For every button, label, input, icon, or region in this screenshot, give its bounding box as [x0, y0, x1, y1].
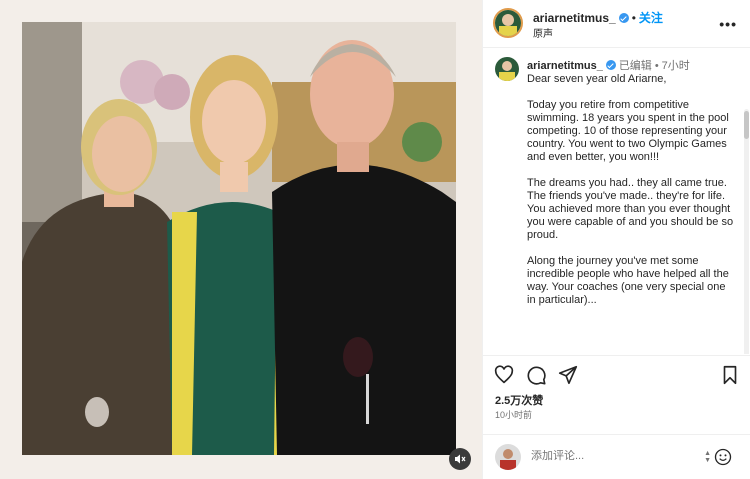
verified-icon	[618, 13, 629, 23]
separator: •	[631, 11, 636, 25]
more-options-icon[interactable]: •••	[719, 16, 737, 32]
author-avatar[interactable]	[493, 8, 523, 38]
mute-button[interactable]	[449, 448, 471, 470]
author-username[interactable]: ariarnetitmus_	[533, 11, 616, 25]
caption-paragraph: The dreams you had.. they all came true.…	[527, 177, 734, 241]
scroll-thumb[interactable]	[744, 111, 749, 139]
heart-icon[interactable]	[493, 364, 515, 386]
caption-avatar[interactable]	[495, 57, 519, 81]
likes-count[interactable]: 2.5万次赞	[495, 392, 543, 408]
original-audio-link[interactable]: 原声	[533, 25, 553, 40]
speaker-muted-icon	[455, 454, 466, 464]
verified-icon	[605, 60, 616, 70]
caption-area: ariarnetitmus_ 已编辑 • 7小时 Dear seven year ol…	[483, 49, 750, 354]
author-line: ariarnetitmus_ • 关注	[533, 9, 663, 26]
viewer-avatar	[495, 444, 521, 470]
caption-text: Dear seven year old Ariarne, Today you r…	[527, 73, 737, 320]
sort-arrows-icon: ▲ ▼	[704, 450, 711, 464]
posted-time: 10小时前	[495, 410, 533, 420]
post-actions: 2.5万次赞 10小时前	[483, 355, 750, 433]
comment-composer: ▲▼	[483, 434, 750, 479]
caption-paragraph: Along the journey you've met some incred…	[527, 255, 729, 306]
separator: •	[654, 60, 659, 72]
share-icon[interactable]	[557, 364, 579, 386]
photo-of-three-people	[22, 22, 456, 455]
caption-paragraph: Dear seven year old Ariarne,	[527, 73, 667, 85]
emoji-icon[interactable]	[713, 447, 733, 467]
media-pane	[0, 0, 482, 479]
caption-header: ariarnetitmus_ 已编辑 • 7小时	[527, 57, 690, 73]
comment-icon[interactable]	[525, 364, 547, 386]
bookmark-icon[interactable]	[719, 364, 741, 386]
caption-time: 7小时	[661, 60, 690, 72]
comment-input[interactable]	[531, 450, 681, 462]
edited-label: 已编辑	[618, 60, 652, 72]
caption-username[interactable]: ariarnetitmus_	[527, 60, 603, 72]
post-details-panel: ariarnetitmus_ • 关注 原声 ••• ariarnetitmus_ 已…	[482, 0, 750, 479]
follow-button[interactable]: 关注	[639, 11, 663, 25]
caption-scrollbar[interactable]	[744, 109, 749, 354]
caption-paragraph: Today you retire from competitive swimmi…	[527, 99, 729, 163]
post-photo[interactable]	[22, 22, 456, 455]
post-header: ariarnetitmus_ • 关注 原声 •••	[483, 0, 750, 48]
